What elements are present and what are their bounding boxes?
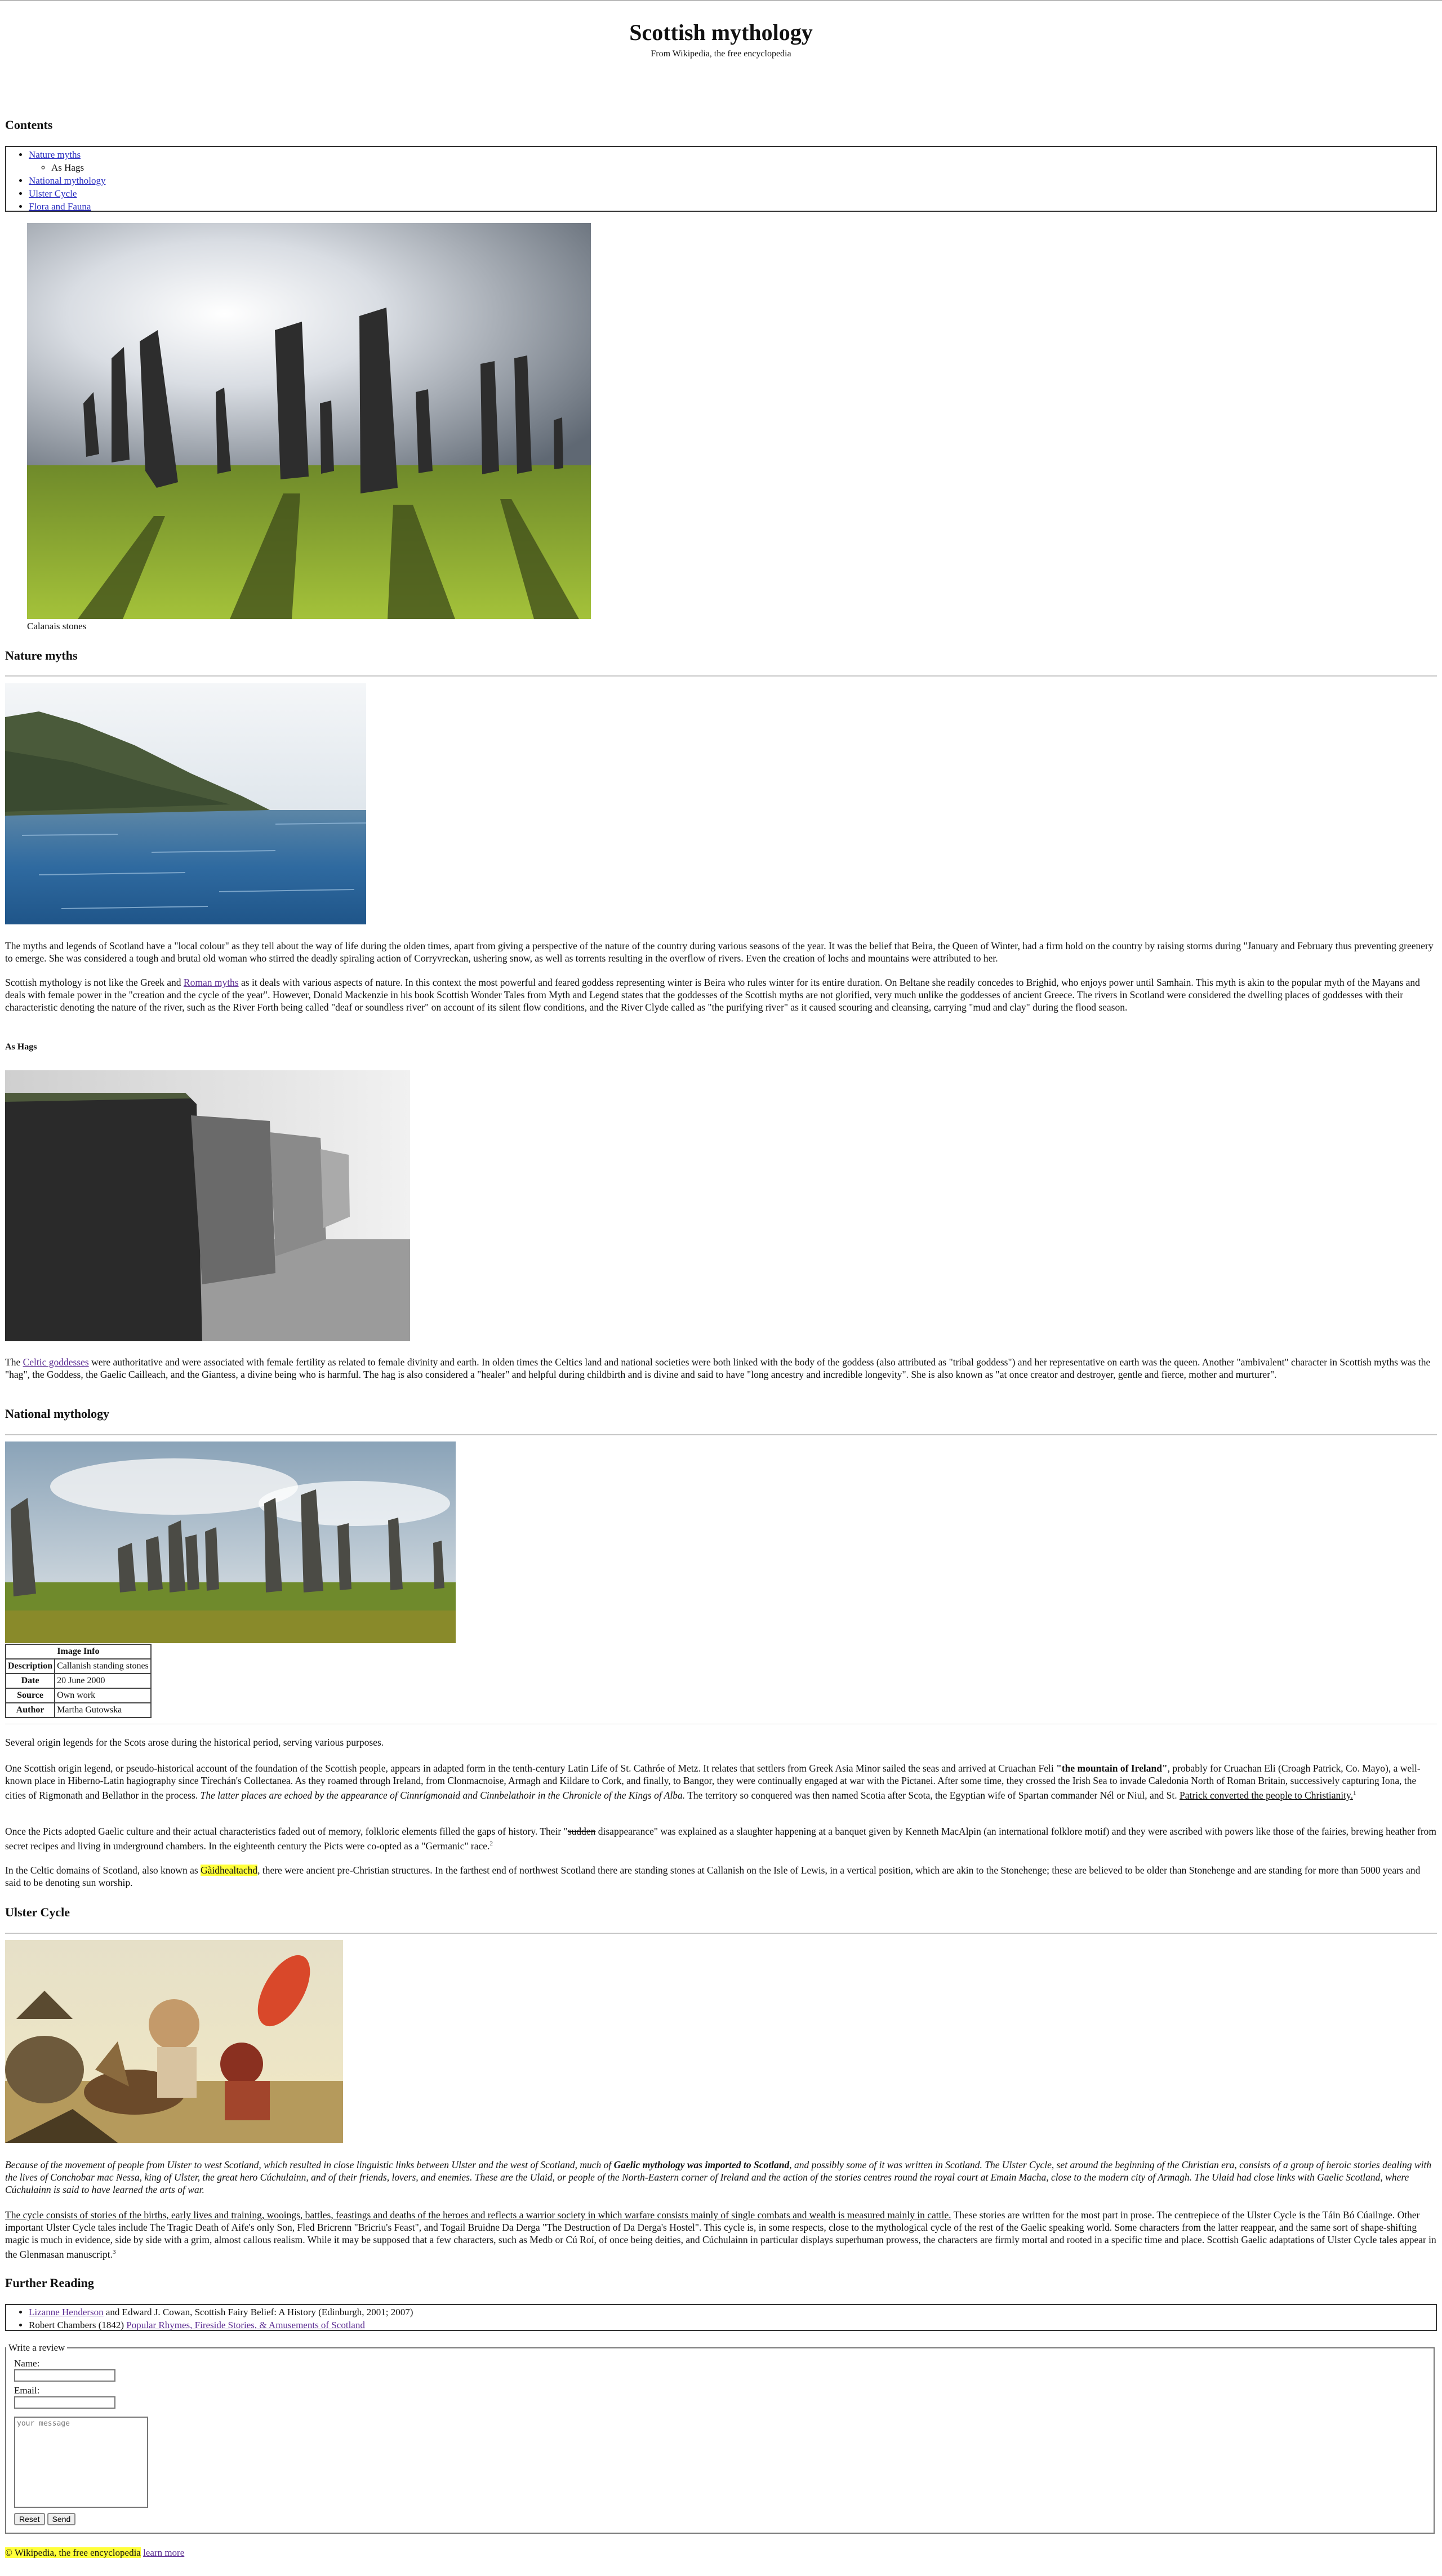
toc-item-national-mythology: National mythology: [29, 174, 1436, 187]
national-paragraph-2: Once the Picts adopted Gaelic culture an…: [5, 1825, 1437, 1852]
table-row-label: Source: [5, 1688, 56, 1703]
table-row-label: Author: [5, 1702, 56, 1718]
image-info-table-wrapper: Image Info Description Callanish standing…: [5, 1644, 152, 1718]
image-info-table: Image Info Description Callanish standing…: [5, 1644, 152, 1718]
page-title: Scottish mythology: [629, 20, 813, 45]
image-info-caption: Image Info: [5, 1644, 152, 1660]
review-form: Write a review Name: Email: Reset Send: [5, 2342, 1435, 2534]
national-paragraph-1: One Scottish origin legend, or pseudo-hi…: [5, 1762, 1437, 1801]
toc-item-ulster-cycle: Ulster Cycle: [29, 187, 1436, 200]
toc-link-ulster-cycle[interactable]: Ulster Cycle: [29, 188, 77, 199]
section-divider: [5, 675, 1437, 677]
nature-myths-paragraph-2: Scottish mythology is not like the Greek…: [5, 976, 1437, 1013]
as-hags-paragraph: The Celtic goddesses were authoritative …: [5, 1356, 1437, 1381]
footnote-marker: 2: [489, 1840, 493, 1847]
further-reading-heading: Further Reading: [5, 2276, 94, 2290]
further-reading-list: Lizanne Henderson and Edward J. Cowan, S…: [5, 2304, 1437, 2331]
learn-more-link[interactable]: learn more: [143, 2547, 184, 2558]
table-row: Author Martha Gutowska: [5, 1702, 152, 1718]
as-hags-heading: As Hags: [5, 1042, 37, 1052]
table-row: Date 20 June 2000: [5, 1673, 152, 1689]
table-row-label: Description: [5, 1658, 56, 1674]
table-row-value: Callanish standing stones: [54, 1658, 152, 1674]
toc-link-nature-myths[interactable]: Nature myths: [29, 149, 81, 160]
toc-item-nature-myths: Nature myths As Hags: [29, 148, 1436, 174]
table-row: Source Own work: [5, 1688, 152, 1703]
text-run-underlined: Patrick converted the people to Christia…: [1180, 1789, 1353, 1801]
contents-heading: Contents: [5, 118, 53, 132]
section-divider: [5, 1434, 1437, 1435]
text-run: and Edward J. Cowan, Scottish Fairy Beli…: [103, 2307, 413, 2317]
ulster-paragraph-1: Because of the movement of people from U…: [5, 2159, 1437, 2196]
table-of-contents: Nature myths As Hags National mythology …: [5, 146, 1437, 212]
table-row: Description Callanish standing stones: [5, 1658, 152, 1674]
toc-item-as-hags: As Hags: [51, 161, 1436, 174]
text-run: were authoritative and were associated w…: [5, 1356, 1431, 1380]
text-run-bold: "the mountain of Ireland": [1056, 1763, 1168, 1774]
text-run-bold: Gaelic mythology was imported to Scotlan…: [613, 2159, 790, 2170]
calanais-stones-image: [27, 223, 591, 619]
email-label: Email:: [14, 2385, 40, 2396]
table-row-value: Martha Gutowska: [54, 1702, 152, 1718]
text-run: Robert Chambers (1842): [29, 2320, 127, 2330]
text-run: Scottish mythology is not like the Greek…: [5, 977, 184, 988]
section-divider: [5, 1933, 1437, 1934]
page-footer: © Wikipedia, the free encyclopedia learn…: [5, 2547, 184, 2559]
toc-link-flora-fauna[interactable]: Flora and Fauna: [29, 201, 91, 212]
nature-myths-heading: Nature myths: [5, 648, 78, 662]
name-input[interactable]: [14, 2369, 115, 2382]
national-intro-paragraph: Several origin legends for the Scots aro…: [5, 1737, 384, 1748]
text-run: The territory so conquered was then name…: [685, 1789, 1180, 1801]
text-run: In the Celtic domains of Scotland, also …: [5, 1865, 201, 1876]
popular-rhymes-link[interactable]: Popular Rhymes, Fireside Stories, & Amus…: [126, 2320, 365, 2330]
page-subtitle: From Wikipedia, the free encyclopedia: [651, 49, 791, 59]
cliffs-of-moher-image: [5, 1070, 410, 1341]
toc-link-national-mythology[interactable]: National mythology: [29, 175, 105, 186]
nature-myths-paragraph-1: The myths and legends of Scotland have a…: [5, 940, 1434, 964]
roman-myths-link[interactable]: Roman myths: [184, 977, 239, 988]
table-row-value: Own work: [54, 1688, 152, 1703]
message-textarea[interactable]: [14, 2417, 148, 2508]
review-form-legend: Write a review: [8, 2342, 65, 2353]
text-run: Because of the movement of people from U…: [5, 2159, 614, 2170]
name-label: Name:: [14, 2358, 40, 2369]
list-item: Lizanne Henderson and Edward J. Cowan, S…: [29, 2306, 1436, 2319]
toc-item-flora-fauna: Flora and Fauna: [29, 200, 1436, 213]
celtic-goddesses-link[interactable]: Celtic goddesses: [23, 1356, 89, 1368]
ulster-cycle-illustration: [5, 1940, 343, 2143]
copyright-text: © Wikipedia, the free encyclopedia: [5, 2547, 141, 2558]
email-input[interactable]: [14, 2396, 115, 2409]
text-run-struck: sudden: [567, 1826, 596, 1837]
footnote-marker: 3: [113, 2249, 116, 2255]
table-row-value: 20 June 2000: [54, 1673, 152, 1689]
reset-button[interactable]: Reset: [14, 2513, 45, 2525]
national-paragraph-3: In the Celtic domains of Scotland, also …: [5, 1864, 1437, 1889]
text-run-underlined: The cycle consists of stories of the bir…: [5, 2209, 951, 2221]
highlighted-term: Gàidhealtachd: [201, 1865, 258, 1876]
text-run: One Scottish origin legend, or pseudo-hi…: [5, 1763, 1057, 1774]
text-run-italic: The latter places are echoed by the appe…: [200, 1789, 686, 1801]
calanais-caption: Calanais stones: [27, 621, 87, 631]
text-run: Once the Picts adopted Gaelic culture an…: [5, 1826, 568, 1837]
list-item: Robert Chambers (1842) Popular Rhymes, F…: [29, 2319, 1436, 2332]
callanish-standing-stones-image: [5, 1442, 456, 1643]
footnote-marker: 1: [1352, 1790, 1356, 1796]
page-header: Scottish mythology From Wikipedia, the f…: [0, 19, 1442, 59]
text-run: The: [5, 1356, 23, 1368]
ulster-paragraph-2: The cycle consists of stories of the bir…: [5, 2209, 1437, 2261]
ulster-cycle-heading: Ulster Cycle: [5, 1905, 70, 1919]
sea-cliff-image: [5, 683, 366, 924]
lizanne-henderson-link[interactable]: Lizanne Henderson: [29, 2307, 104, 2317]
top-border: [0, 0, 1442, 1]
send-button[interactable]: Send: [47, 2513, 76, 2525]
national-mythology-heading: National mythology: [5, 1407, 110, 1421]
table-row-label: Date: [5, 1673, 56, 1689]
